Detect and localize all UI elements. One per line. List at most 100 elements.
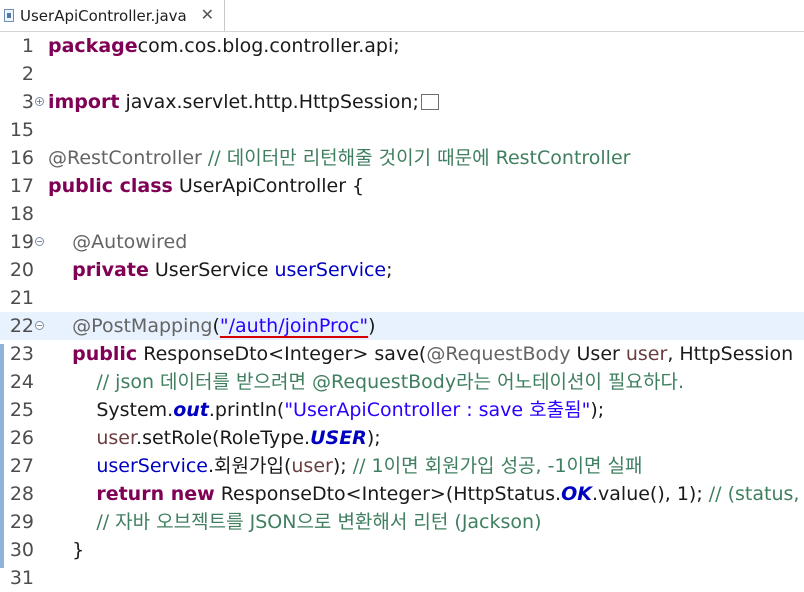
line-number: 20: [9, 259, 34, 281]
code-text: private UserService userService;: [48, 256, 392, 284]
line-number: 31: [9, 567, 34, 589]
code-token: UserService: [148, 259, 275, 281]
code-line[interactable]: 18: [0, 200, 804, 228]
code-line[interactable]: 20 private UserService userService;: [0, 256, 804, 284]
code-token: com.cos.blog.controller.api;: [137, 35, 400, 57]
code-text: @RestController // 데이터만 리턴해줄 것이기 때문에 Res…: [48, 144, 630, 172]
code-line[interactable]: 16 @RestController // 데이터만 리턴해줄 것이기 때문에 R…: [0, 144, 804, 172]
close-icon[interactable]: ✕: [201, 5, 214, 25]
line-number: 18: [9, 203, 34, 225]
code-token: javax.servlet.http.HttpSession;: [119, 91, 419, 113]
code-token: userService: [274, 259, 387, 281]
code-token: // (status,: [708, 483, 800, 505]
line-number: 16: [9, 147, 34, 169]
code-line[interactable]: 24 // json 데이터를 받으려면 @RequestBody라는 어노테이…: [0, 368, 804, 396]
code-token: return new: [96, 483, 215, 505]
code-line[interactable]: 19− @Autowired: [0, 228, 804, 256]
tab-label: UserApiController.java: [20, 6, 187, 25]
code-token: @PostMapping: [72, 315, 213, 337]
code-editor[interactable]: 1 packagecom.cos.blog.controller.api; 2 3 + i…: [0, 32, 804, 589]
code-text: }: [48, 536, 84, 564]
folded-imports-icon[interactable]: [420, 94, 439, 110]
code-line[interactable]: 1 packagecom.cos.blog.controller.api;: [0, 32, 804, 60]
code-token: (: [212, 315, 220, 337]
code-text: // json 데이터를 받으려면 @RequestBody라는 어노테이션이 …: [48, 368, 684, 396]
code-line[interactable]: 22− @PostMapping("/auth/joinProc"): [0, 312, 804, 340]
code-token: );: [332, 455, 353, 477]
code-token: userService: [96, 455, 208, 477]
line-number: 26: [9, 427, 34, 449]
code-line[interactable]: 3 + import javax.servlet.http.HttpSession;: [0, 88, 804, 116]
code-line[interactable]: 30 }: [0, 536, 804, 564]
code-text: System.out.println("UserApiController : …: [48, 396, 604, 424]
code-text: userService.회원가입(user); // 1이면 회원가입 성공, …: [48, 452, 643, 480]
code-text: @Autowired: [48, 228, 187, 256]
collapse-fold-icon[interactable]: −: [35, 321, 44, 330]
code-token: // 1이면 회원가입 성공, -1이면 실패: [352, 455, 643, 477]
line-number: 28: [9, 483, 34, 505]
code-line[interactable]: 31: [0, 564, 804, 592]
code-token: private: [72, 259, 149, 281]
code-token: USER: [310, 427, 367, 449]
expand-fold-icon[interactable]: +: [35, 97, 44, 106]
code-token: // 자바 오브젝트를 JSON으로 변환해서 리턴 (Jackson): [96, 511, 542, 533]
code-token: ResponseDto<Integer> save(: [137, 343, 427, 365]
code-token: "UserApiController : save 호출됨": [284, 399, 591, 421]
code-line[interactable]: 21: [0, 284, 804, 312]
code-text: import javax.servlet.http.HttpSession;: [48, 88, 439, 116]
code-line[interactable]: 26 user.setRole(RoleType.USER);: [0, 424, 804, 452]
code-line[interactable]: 15: [0, 116, 804, 144]
line-number: 29: [9, 511, 34, 533]
code-token: public: [72, 343, 138, 365]
code-line[interactable]: 25 System.out.println("UserApiController…: [0, 396, 804, 424]
code-token: , HttpSession: [667, 343, 794, 365]
collapse-fold-icon[interactable]: −: [35, 237, 44, 246]
code-line[interactable]: 17 public class UserApiController {: [0, 172, 804, 200]
line-number: 25: [9, 399, 34, 421]
line-number: 24: [9, 371, 34, 393]
line-number: 1: [21, 35, 34, 57]
code-text: public class UserApiController {: [48, 172, 364, 200]
line-number: 27: [9, 455, 34, 477]
code-token: // json 데이터를 받으려면 @RequestBody라는 어노테이션이 …: [96, 371, 684, 393]
code-token: );: [366, 427, 381, 449]
code-line[interactable]: 29 // 자바 오브젝트를 JSON으로 변환해서 리턴 (Jackson): [0, 508, 804, 536]
line-number: 19: [9, 231, 34, 253]
code-text: packagecom.cos.blog.controller.api;: [48, 32, 400, 60]
code-token: ): [368, 315, 376, 337]
code-text: public ResponseDto<Integer> save(@Reques…: [48, 340, 793, 368]
code-token: .setRole(RoleType.: [136, 427, 311, 449]
code-token: public class: [48, 175, 173, 197]
code-text: @PostMapping("/auth/joinProc"): [48, 312, 376, 340]
code-token: @RestController: [48, 147, 202, 169]
code-token: "/auth/joinProc": [219, 315, 369, 337]
line-number: 23: [9, 343, 34, 365]
line-number: 15: [9, 119, 34, 141]
code-token: user: [625, 343, 668, 365]
line-number: 22: [9, 315, 34, 337]
code-token: OK: [561, 483, 592, 505]
code-token: package: [48, 35, 138, 57]
code-token: );: [590, 399, 605, 421]
code-token: User: [570, 343, 626, 365]
code-token: user: [291, 455, 333, 477]
code-line[interactable]: 2: [0, 60, 804, 88]
line-number: 3: [21, 91, 34, 113]
code-line[interactable]: 23 public ResponseDto<Integer> save(@Req…: [0, 340, 804, 368]
line-number: 30: [9, 539, 34, 561]
code-line[interactable]: 27 userService.회원가입(user); // 1이면 회원가입 성…: [0, 452, 804, 480]
tab-useapicontroller[interactable]: UserApiController.java ✕: [0, 0, 225, 31]
code-token: .value(), 1);: [591, 483, 709, 505]
code-token: import: [48, 91, 120, 113]
java-file-icon: [4, 9, 14, 22]
code-line[interactable]: 28 return new ResponseDto<Integer>(HttpS…: [0, 480, 804, 508]
code-token: }: [48, 539, 85, 561]
